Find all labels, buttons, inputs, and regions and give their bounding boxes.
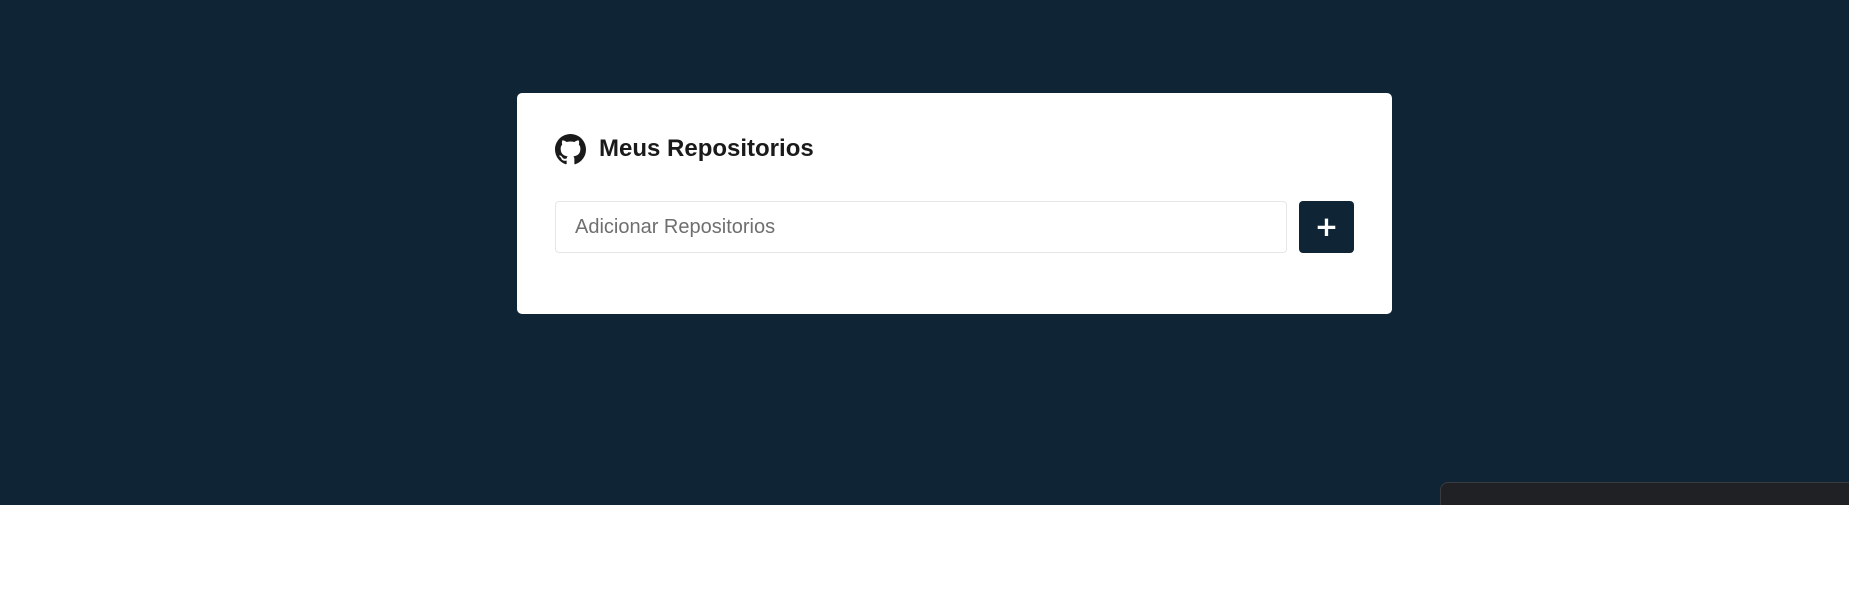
overlay-panel bbox=[1440, 482, 1849, 505]
github-icon bbox=[555, 133, 586, 165]
repositories-card: Meus Repositorios + bbox=[517, 93, 1392, 314]
page-title: Meus Repositorios bbox=[599, 135, 814, 162]
app-background: Meus Repositorios + bbox=[0, 0, 1849, 505]
repository-input[interactable] bbox=[555, 201, 1288, 253]
add-repository-button[interactable]: + bbox=[1299, 201, 1354, 253]
add-repository-form: + bbox=[555, 201, 1354, 253]
card-header: Meus Repositorios bbox=[555, 131, 1354, 167]
